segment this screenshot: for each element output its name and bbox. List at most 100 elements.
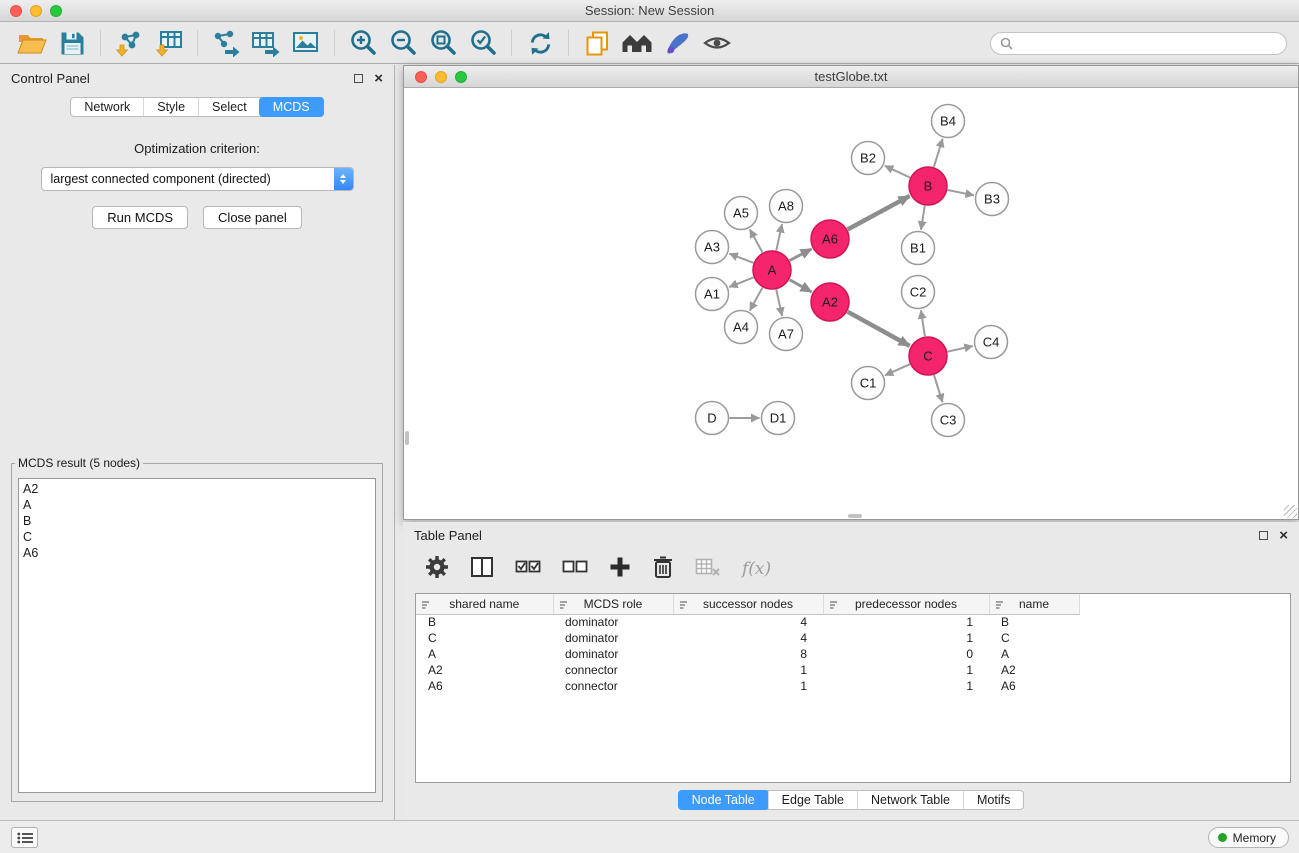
zoom-window-icon[interactable] <box>50 5 62 17</box>
node-C3[interactable]: C3 <box>932 404 965 437</box>
edge-A-A5[interactable] <box>750 229 763 252</box>
edge-A2-C[interactable] <box>848 312 910 346</box>
result-item[interactable]: A <box>23 497 371 513</box>
refresh-view-icon[interactable] <box>522 27 558 59</box>
edge-A-A6[interactable] <box>790 249 812 261</box>
import-network-file-icon[interactable] <box>111 27 147 59</box>
node-A3[interactable]: A3 <box>696 231 729 264</box>
node-A[interactable]: A <box>753 251 791 289</box>
node-B1[interactable]: B1 <box>902 232 935 265</box>
zoom-fit-icon[interactable] <box>425 27 461 59</box>
column-header-successor-nodes[interactable]: successor nodes <box>673 594 823 614</box>
open-file-icon[interactable] <box>14 27 50 59</box>
export-table-icon[interactable] <box>248 27 284 59</box>
edge-C-C4[interactable] <box>948 346 973 352</box>
apply-style-icon[interactable] <box>659 27 695 59</box>
zoom-selected-icon[interactable] <box>465 27 501 59</box>
horizontal-scroll-thumb[interactable] <box>848 514 862 518</box>
edge-C-C1[interactable] <box>885 364 910 375</box>
table-tab-network-table[interactable]: Network Table <box>857 791 963 809</box>
node-B3[interactable]: B3 <box>976 183 1009 216</box>
tab-network[interactable]: Network <box>71 98 143 116</box>
add-column-icon[interactable] <box>609 556 631 583</box>
table-settings-gear-icon[interactable] <box>425 555 449 584</box>
table-tab-edge-table[interactable]: Edge Table <box>768 791 857 809</box>
edge-C-C2[interactable] <box>921 310 925 336</box>
edge-A-A3[interactable] <box>729 254 753 263</box>
preferred-layout-icon[interactable] <box>619 27 655 59</box>
node-D[interactable]: D <box>696 402 729 435</box>
tab-style[interactable]: Style <box>143 98 198 116</box>
network-graph[interactable]: B4B2BB3A5A8A6B1A3AC2A1A2A4A7C4CC1C3DD1 <box>404 89 1298 519</box>
node-C4[interactable]: C4 <box>975 326 1008 359</box>
column-header-name[interactable]: name <box>989 594 1079 614</box>
zoom-out-icon[interactable] <box>385 27 421 59</box>
criterion-dropdown[interactable]: largest connected component (directed) <box>41 167 354 191</box>
edge-B-B3[interactable] <box>948 190 974 195</box>
edge-A-A8[interactable] <box>776 224 782 250</box>
edge-A-A4[interactable] <box>750 288 763 311</box>
search-input[interactable] <box>1019 36 1277 50</box>
edge-B-B2[interactable] <box>885 166 910 178</box>
tab-select[interactable]: Select <box>198 98 260 116</box>
save-session-icon[interactable] <box>54 27 90 59</box>
result-item[interactable]: A6 <box>23 545 371 561</box>
node-A5[interactable]: A5 <box>725 197 758 230</box>
table-row[interactable]: A2connector11A2 <box>416 662 1290 678</box>
node-D1[interactable]: D1 <box>762 402 795 435</box>
node-A7[interactable]: A7 <box>770 318 803 351</box>
network-close-icon[interactable] <box>415 71 427 83</box>
edge-B-B4[interactable] <box>934 139 943 167</box>
node-A6[interactable]: A6 <box>811 220 849 258</box>
table-tab-motifs[interactable]: Motifs <box>963 791 1023 809</box>
export-network-icon[interactable] <box>208 27 244 59</box>
table-row[interactable]: A6connector11A6 <box>416 678 1290 694</box>
network-zoom-icon[interactable] <box>455 71 467 83</box>
edge-B-B1[interactable] <box>921 206 925 230</box>
edge-A6-B[interactable] <box>848 196 910 230</box>
column-header-predecessor-nodes[interactable]: predecessor nodes <box>823 594 989 614</box>
mcds-result-list[interactable]: A2ABCA6 <box>18 478 376 793</box>
close-panel-button[interactable]: Close panel <box>203 206 302 229</box>
show-columns-icon[interactable] <box>470 556 494 583</box>
table-row[interactable]: Adominator80A <box>416 646 1290 662</box>
copy-view-icon[interactable] <box>579 27 615 59</box>
table-row[interactable]: Cdominator41C <box>416 630 1290 646</box>
close-window-icon[interactable] <box>10 5 22 17</box>
select-all-icon[interactable] <box>515 558 541 581</box>
float-panel-icon[interactable] <box>354 74 363 83</box>
node-A2[interactable]: A2 <box>811 283 849 321</box>
window-titlebar[interactable]: Session: New Session <box>0 0 1299 22</box>
result-item[interactable]: C <box>23 529 371 545</box>
node-C[interactable]: C <box>909 337 947 375</box>
close-table-panel-icon[interactable]: × <box>1279 531 1288 541</box>
result-item[interactable]: A2 <box>23 481 371 497</box>
node-C2[interactable]: C2 <box>902 276 935 309</box>
memory-button[interactable]: Memory <box>1208 827 1289 848</box>
table-row[interactable]: Bdominator41B <box>416 614 1290 630</box>
network-window-titlebar[interactable]: testGlobe.txt <box>404 66 1298 88</box>
column-header-shared-name[interactable]: shared name <box>416 594 553 614</box>
export-image-icon[interactable] <box>288 27 324 59</box>
network-minimize-icon[interactable] <box>435 71 447 83</box>
node-C1[interactable]: C1 <box>852 367 885 400</box>
column-header-MCDS-role[interactable]: MCDS role <box>553 594 673 614</box>
zoom-in-icon[interactable] <box>345 27 381 59</box>
graphics-details-icon[interactable] <box>699 27 735 59</box>
deselect-all-icon[interactable] <box>562 558 588 581</box>
node-A8[interactable]: A8 <box>770 190 803 223</box>
delete-column-trash-icon[interactable] <box>652 555 674 584</box>
task-history-button[interactable] <box>11 827 38 848</box>
minimize-window-icon[interactable] <box>30 5 42 17</box>
import-table-file-icon[interactable] <box>151 27 187 59</box>
edge-A-A2[interactable] <box>790 280 812 292</box>
result-item[interactable]: B <box>23 513 371 529</box>
edge-A-A1[interactable] <box>729 277 753 287</box>
close-panel-icon[interactable]: × <box>374 74 383 84</box>
vertical-scroll-thumb[interactable] <box>405 431 409 445</box>
edge-C-C3[interactable] <box>934 375 943 402</box>
node-A4[interactable]: A4 <box>725 311 758 344</box>
node-A1[interactable]: A1 <box>696 278 729 311</box>
table-tab-node-table[interactable]: Node Table <box>678 790 769 810</box>
tab-mcds[interactable]: MCDS <box>259 97 324 117</box>
